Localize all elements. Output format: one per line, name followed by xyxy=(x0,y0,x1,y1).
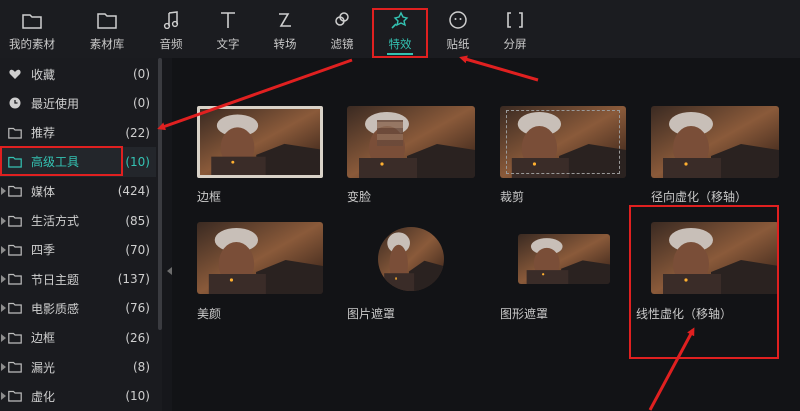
sidebar-item-count: (85) xyxy=(125,213,150,228)
sidebar-item-label: 虚化 xyxy=(31,389,56,404)
sidebar-item-label: 边框 xyxy=(31,331,56,346)
sidebar-item[interactable]: 生活方式 (85) xyxy=(0,206,156,236)
sidebar-item-count: (424) xyxy=(117,184,150,199)
tab-sticker[interactable]: 贴纸 xyxy=(440,0,476,58)
effect-thumbnail[interactable] xyxy=(378,227,444,291)
sidebar-item-count: (8) xyxy=(133,360,150,374)
folder-icon xyxy=(8,126,22,140)
effect-label: 图形遮罩 xyxy=(500,307,549,321)
tab-label: 分屏 xyxy=(503,37,527,51)
expand-caret-icon[interactable] xyxy=(1,275,6,284)
effect-label: 裁剪 xyxy=(500,190,525,204)
sidebar-item[interactable]: 最近使用 (0) xyxy=(0,88,156,118)
tab-transition[interactable]: 转场 xyxy=(267,0,303,58)
sidebar-item[interactable]: 推荐 (22) xyxy=(0,118,156,148)
tab-label: 音频 xyxy=(159,37,183,51)
sidebar-scrollbar[interactable] xyxy=(158,58,162,330)
sidebar-item[interactable]: 边框 (26) xyxy=(0,323,156,353)
tab-label: 素材库 xyxy=(89,37,125,51)
folder-icon xyxy=(8,360,22,374)
tab-my-materials[interactable]: 我的素材 xyxy=(4,0,60,58)
sidebar-item-count: (76) xyxy=(125,301,150,316)
sidebar-item-count: (10) xyxy=(125,389,150,404)
expand-caret-icon[interactable] xyxy=(1,245,6,254)
effect-label: 变脸 xyxy=(347,190,372,204)
effect-label: 径向虚化（移轴） xyxy=(651,190,748,204)
folder-icon xyxy=(8,184,22,198)
heart-icon xyxy=(8,67,22,81)
folder-icon xyxy=(8,331,22,345)
effect-thumbnail[interactable] xyxy=(500,106,626,178)
effect-thumbnail[interactable] xyxy=(347,106,475,178)
tab-text[interactable]: 文字 xyxy=(210,0,246,58)
folder-icon xyxy=(8,243,22,257)
split-screen-icon xyxy=(506,9,524,31)
effect-thumbnail[interactable] xyxy=(651,106,779,178)
text-icon xyxy=(220,9,236,31)
pixelate-overlay xyxy=(377,120,403,146)
tab-label: 滤镜 xyxy=(330,37,354,51)
sidebar-item-count: (22) xyxy=(125,125,150,140)
transition-icon xyxy=(276,9,294,31)
sidebar-item-count: (10) xyxy=(125,154,150,169)
tab-audio[interactable]: 音频 xyxy=(153,0,189,58)
sidebar-item[interactable]: 节日主题 (137) xyxy=(0,264,156,294)
sidebar-item[interactable]: 虚化 (10) xyxy=(0,381,156,411)
filter-icon xyxy=(333,9,351,31)
folder-icon xyxy=(8,301,22,315)
tab-filter[interactable]: 滤镜 xyxy=(324,0,360,58)
expand-caret-icon[interactable] xyxy=(1,392,6,401)
sidebar-item[interactable]: 收藏 (0) xyxy=(0,59,156,89)
sidebar-item-label: 四季 xyxy=(31,243,56,258)
tab-label: 文字 xyxy=(216,37,240,51)
sidebar-item[interactable]: 电影质感 (76) xyxy=(0,293,156,323)
sidebar-item-count: (26) xyxy=(125,330,150,345)
folder-icon xyxy=(8,389,22,403)
crop-frame xyxy=(506,110,620,174)
sidebar-item-label: 推荐 xyxy=(31,126,56,141)
expand-caret-icon[interactable] xyxy=(1,187,6,196)
effect-label: 图片遮罩 xyxy=(347,307,396,321)
tab-label: 贴纸 xyxy=(446,37,470,51)
folder-icon xyxy=(8,272,22,286)
folder-icon xyxy=(8,214,22,228)
tab-split-screen[interactable]: 分屏 xyxy=(497,0,533,58)
sidebar-item-count: (137) xyxy=(117,272,150,287)
expand-caret-icon[interactable] xyxy=(1,216,6,225)
tab-material-library[interactable]: 素材库 xyxy=(82,0,132,58)
expand-caret-icon[interactable] xyxy=(1,333,6,342)
sidebar-item-count: (0) xyxy=(133,67,150,81)
sidebar-item[interactable]: 漏光 (8) xyxy=(0,352,156,382)
sidebar-item[interactable]: 四季 (70) xyxy=(0,235,156,265)
sidebar-item-count: (70) xyxy=(125,242,150,257)
sidebar-item[interactable]: 媒体 (424) xyxy=(0,176,156,206)
effect-thumbnail[interactable] xyxy=(518,234,610,284)
sidebar-item-label: 生活方式 xyxy=(31,214,80,228)
highlight-box-advanced-tools xyxy=(0,146,123,176)
tab-label: 我的素材 xyxy=(9,37,55,51)
highlight-box-effects-tab xyxy=(372,8,428,58)
sidebar-item-label: 节日主题 xyxy=(31,272,80,287)
sidebar-item-label: 媒体 xyxy=(31,184,56,199)
folder-icon xyxy=(22,9,42,31)
effect-thumbnail[interactable] xyxy=(197,222,323,294)
sidebar-item-label: 漏光 xyxy=(31,360,56,375)
expand-caret-icon[interactable] xyxy=(1,304,6,313)
clock-icon xyxy=(8,96,22,110)
sidebar-item-label: 收藏 xyxy=(31,67,56,82)
sidebar-item-label: 电影质感 xyxy=(31,301,80,316)
highlight-box-linear-blur xyxy=(629,205,779,359)
expand-caret-icon[interactable] xyxy=(1,363,6,371)
effect-label: 美颜 xyxy=(197,307,222,321)
folder-outline-icon xyxy=(97,9,117,31)
sidebar-item-count: (0) xyxy=(133,96,150,111)
sticker-icon xyxy=(448,9,468,31)
music-note-icon xyxy=(163,9,179,31)
tab-label: 转场 xyxy=(273,37,297,51)
effect-label: 边框 xyxy=(197,190,222,204)
effect-thumbnail[interactable] xyxy=(197,106,323,178)
sidebar-item-label: 最近使用 xyxy=(31,96,80,111)
